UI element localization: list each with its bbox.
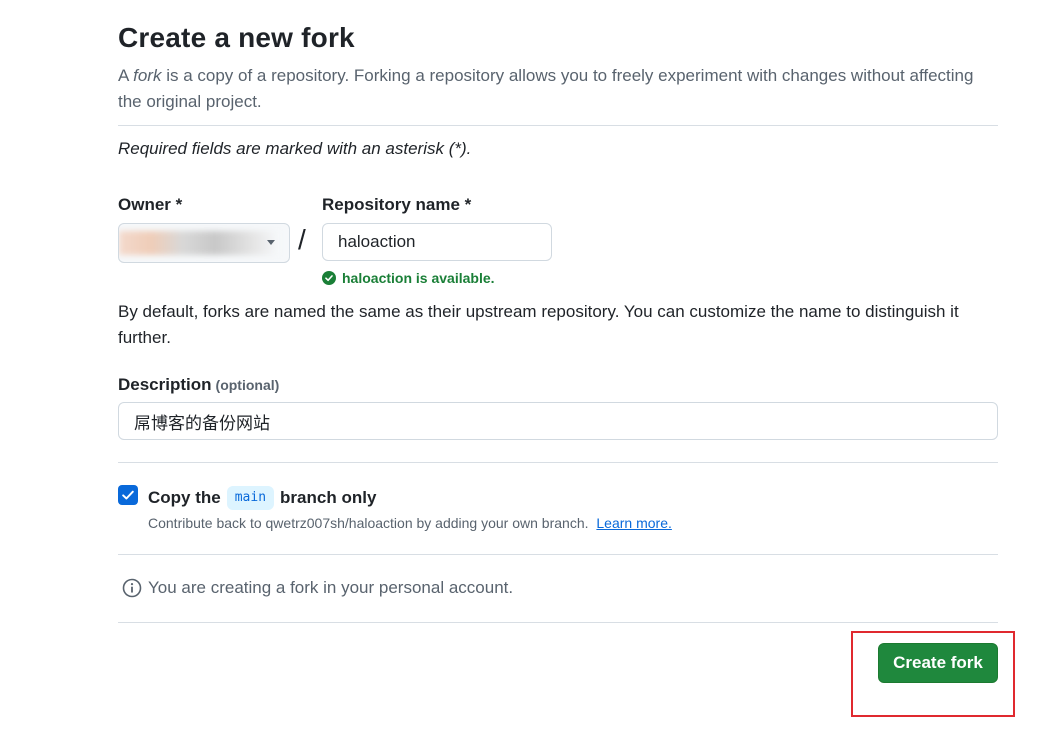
info-text: You are creating a fork in your personal… [148, 578, 514, 597]
copy-branch-note-text: Contribute back to qwetrz007sh/haloactio… [148, 515, 589, 531]
fork-page: Create a new fork A fork is a copy of a … [0, 0, 1059, 732]
subtitle-fork-term: fork [133, 66, 162, 85]
footer-divider [118, 622, 998, 623]
naming-help-text: By default, forks are named the same as … [118, 302, 959, 347]
checkmark-icon [122, 490, 134, 500]
description-divider [118, 462, 998, 463]
description-label-text: Description [118, 375, 212, 394]
description-input[interactable] [118, 402, 998, 440]
page-subtitle: A fork is a copy of a repository. Forkin… [118, 63, 978, 115]
copy-branch-label-start: Copy the [148, 488, 221, 507]
name-availability-status: haloaction is available. [322, 270, 495, 286]
learn-more-link[interactable]: Learn more. [596, 515, 671, 531]
page-title: Create a new fork [118, 22, 355, 53]
owner-label: Owner * [118, 195, 183, 214]
copy-branch-label[interactable]: Copy the main branch only [148, 486, 376, 510]
branch-divider [118, 554, 998, 555]
personal-account-info: You are creating a fork in your personal… [122, 578, 513, 598]
annotation-highlight-box [851, 631, 1015, 717]
copy-main-branch-checkbox[interactable] [118, 485, 138, 505]
availability-text: haloaction is available. [342, 270, 495, 286]
check-circle-icon [322, 271, 336, 285]
header-divider [118, 125, 998, 126]
description-label: Description (optional) [118, 375, 279, 395]
subtitle-prefix: A [118, 66, 134, 85]
repository-name-label: Repository name * [322, 195, 472, 214]
repository-name-input[interactable] [322, 223, 552, 261]
subtitle-text: is a copy of a repository. Forking a rep… [118, 66, 974, 111]
branch-name-badge: main [226, 486, 275, 510]
owner-repo-separator: / [298, 224, 306, 255]
copy-branch-note: Contribute back to qwetrz007sh/haloactio… [148, 515, 672, 531]
optional-tag: (optional) [215, 377, 280, 393]
required-fields-note: Required fields are marked with an aster… [118, 139, 472, 158]
info-icon [122, 578, 142, 598]
chevron-down-icon [267, 240, 275, 245]
owner-select[interactable] [118, 223, 290, 263]
copy-branch-label-end: branch only [280, 488, 377, 507]
owner-redacted-avatar [119, 231, 279, 255]
